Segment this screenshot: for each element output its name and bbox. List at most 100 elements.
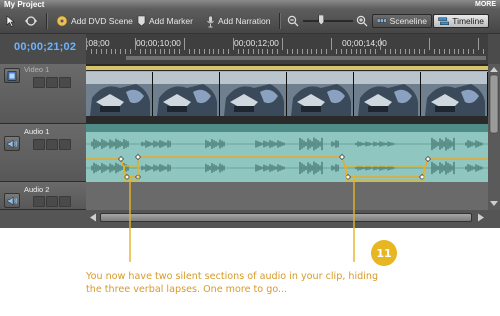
ruler-tick bbox=[345, 49, 347, 54]
add-marker-button[interactable]: Add Marker bbox=[137, 9, 193, 33]
video-thumbnail bbox=[153, 72, 220, 116]
film-icon bbox=[7, 70, 17, 81]
scroll-up-icon[interactable] bbox=[490, 67, 498, 72]
ruler-tick bbox=[424, 49, 426, 54]
add-dvd-scene-button[interactable]: Add DVD Scene bbox=[56, 9, 133, 33]
audio1-mute-toggle[interactable] bbox=[4, 136, 20, 151]
scroll-left-icon[interactable] bbox=[88, 211, 98, 224]
current-timecode[interactable]: 00;00;21;02 bbox=[14, 41, 76, 53]
keyframe-marker[interactable] bbox=[345, 174, 351, 180]
ruler-tick bbox=[218, 49, 220, 54]
ruler-tick bbox=[154, 49, 156, 54]
ruler-tick bbox=[262, 49, 264, 54]
marker-icon bbox=[137, 15, 146, 27]
ruler-tick bbox=[164, 49, 166, 54]
horizontal-scroll-thumb[interactable] bbox=[100, 213, 472, 222]
ruler-tick bbox=[252, 49, 254, 54]
ruler-tick bbox=[463, 49, 465, 54]
add-dvd-scene-label: Add DVD Scene bbox=[71, 16, 133, 26]
ruler-tick bbox=[458, 49, 460, 54]
ruler-tick bbox=[272, 49, 274, 54]
ruler-tick bbox=[237, 49, 239, 54]
add-narration-button[interactable]: Add Narration bbox=[206, 9, 270, 33]
ruler-tick bbox=[267, 49, 269, 54]
scroll-down-icon[interactable] bbox=[490, 201, 498, 206]
keyframe-marker[interactable] bbox=[135, 154, 141, 160]
keyframe-marker[interactable] bbox=[339, 154, 345, 160]
time-stretch-tool[interactable] bbox=[24, 9, 38, 33]
vertical-scroll-thumb[interactable] bbox=[489, 74, 499, 134]
ruler-tick bbox=[301, 49, 303, 54]
zoom-in-icon bbox=[356, 15, 368, 27]
ruler-tick bbox=[95, 49, 97, 54]
microphone-icon bbox=[207, 15, 214, 27]
panel-title-bar: My Project MORE bbox=[0, 0, 500, 9]
time-ruler[interactable]: ;08;00 00;00;10;00 00;00;12;00 00;00;14;… bbox=[86, 34, 488, 64]
audio2-track[interactable] bbox=[86, 182, 488, 210]
video-track[interactable] bbox=[86, 64, 488, 124]
ruler-tick bbox=[282, 38, 283, 50]
audio2-track-header: Audio 2 bbox=[0, 182, 86, 210]
ruler-tick bbox=[306, 49, 308, 54]
audio1-track[interactable] bbox=[86, 124, 488, 182]
audio1-track-header: Audio 1 bbox=[0, 124, 86, 182]
audio1-keyframe-controls[interactable] bbox=[33, 139, 71, 150]
ruler-tick bbox=[291, 49, 293, 54]
audio-waveform-area bbox=[86, 137, 488, 180]
ruler-tick bbox=[473, 49, 475, 54]
horizontal-scrollbar[interactable] bbox=[86, 211, 488, 224]
ruler-tick bbox=[135, 38, 136, 50]
ruler-corner bbox=[488, 34, 500, 64]
ruler-tick bbox=[389, 49, 391, 54]
timeline-icon bbox=[438, 17, 449, 25]
ruler-tick bbox=[174, 49, 176, 54]
ruler-tick bbox=[203, 49, 205, 54]
ruler-tick bbox=[130, 49, 132, 54]
ruler-tick bbox=[208, 49, 210, 54]
ruler-tick bbox=[198, 49, 200, 54]
sceneline-button[interactable]: Sceneline bbox=[372, 14, 432, 28]
ruler-tick bbox=[419, 49, 421, 54]
ruler-tick bbox=[326, 49, 328, 54]
ruler-tick bbox=[409, 49, 411, 54]
video-track-toggle[interactable] bbox=[4, 68, 20, 83]
ruler-tick bbox=[110, 49, 112, 54]
add-narration-label: Add Narration bbox=[218, 16, 271, 26]
keyframe-marker[interactable] bbox=[124, 174, 130, 180]
ruler-tick bbox=[193, 49, 195, 54]
video-track-header: Video 1 bbox=[0, 64, 86, 124]
video-thumbnail bbox=[86, 72, 153, 116]
ruler-tick bbox=[414, 49, 416, 54]
keyframe-marker[interactable] bbox=[118, 156, 124, 162]
scroll-right-icon[interactable] bbox=[476, 211, 486, 224]
ruler-tick bbox=[360, 49, 362, 54]
vertical-scrollbar[interactable] bbox=[488, 64, 500, 210]
ruler-tick bbox=[375, 49, 377, 54]
keyframe-marker[interactable] bbox=[135, 174, 141, 180]
ruler-tick bbox=[468, 49, 470, 54]
zoom-in-button[interactable] bbox=[356, 9, 368, 33]
ruler-tick bbox=[169, 49, 171, 54]
ruler-tick bbox=[384, 49, 386, 54]
keyframe-marker[interactable] bbox=[419, 174, 425, 180]
ruler-tick bbox=[429, 38, 430, 50]
zoom-out-button[interactable] bbox=[287, 9, 299, 33]
keyframe-marker[interactable] bbox=[425, 156, 431, 162]
video-track-keyframe-controls[interactable] bbox=[33, 77, 71, 88]
more-menu-button[interactable]: MORE bbox=[475, 0, 496, 9]
zoom-out-icon bbox=[287, 15, 299, 27]
zoom-slider[interactable] bbox=[303, 9, 353, 33]
ruler-tick bbox=[159, 49, 161, 54]
timeline-button[interactable]: Timeline bbox=[433, 14, 489, 28]
work-area-bar[interactable] bbox=[126, 56, 486, 60]
zoom-slider-thumb[interactable] bbox=[318, 15, 324, 26]
ruler-tick bbox=[179, 49, 181, 54]
audio2-keyframe-controls[interactable] bbox=[33, 196, 71, 207]
time-stretch-icon bbox=[25, 16, 37, 26]
ruler-tick bbox=[335, 49, 337, 54]
ruler-tick bbox=[149, 49, 151, 54]
selection-tool[interactable] bbox=[6, 9, 15, 33]
ruler-tick bbox=[105, 49, 107, 54]
audio2-mute-toggle[interactable] bbox=[4, 193, 20, 208]
video-thumbnail bbox=[287, 72, 354, 116]
